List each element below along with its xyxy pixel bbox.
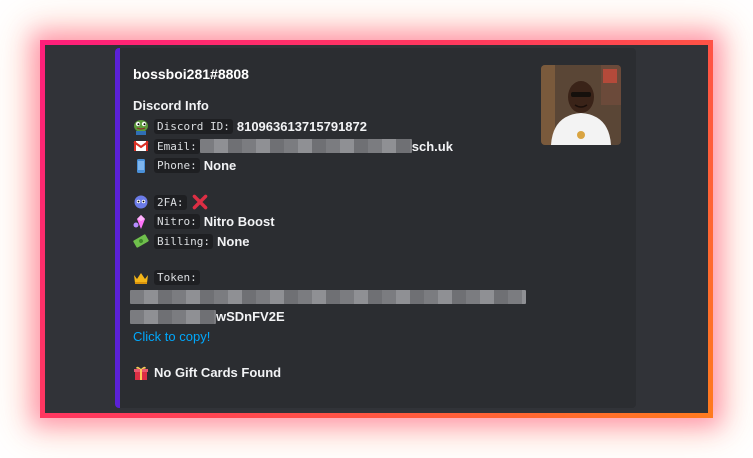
discord-id-value: 810963613715791872 — [236, 119, 367, 135]
email-suffix: sch.uk — [411, 138, 453, 154]
phone-row: Phone: None — [133, 156, 626, 176]
click-to-copy-link[interactable]: Click to copy! — [133, 329, 210, 344]
section-title: Discord Info — [133, 98, 209, 113]
gmail-icon — [133, 141, 149, 152]
email-redacted — [199, 139, 412, 154]
embed-content: bossboi281#8808 Discord Info Discord ID:… — [130, 66, 626, 383]
phone-label: Phone: — [154, 158, 200, 174]
embed-author[interactable]: bossboi281#8808 — [133, 66, 626, 82]
token-label-row: Token: — [133, 268, 626, 288]
money-icon — [133, 234, 149, 248]
token-label: Token: — [154, 270, 200, 286]
token-suffix: wSDnFV2E — [216, 309, 285, 325]
billing-label: Billing: — [154, 233, 213, 249]
gift-row: No Gift Cards Found — [133, 363, 626, 383]
phone-icon — [137, 158, 145, 173]
nitro-label: Nitro: — [154, 214, 200, 230]
email-label: Email: — [154, 138, 200, 154]
copy-row: Click to copy! — [133, 327, 626, 347]
gift-text: No Gift Cards Found — [154, 365, 282, 381]
token-line-1 — [130, 288, 626, 308]
discord-id-row: Discord ID: 810963613715791872 — [133, 117, 626, 137]
twofa-label: 2FA: — [154, 194, 187, 210]
gift-icon — [134, 366, 148, 380]
embed-accent-bar — [115, 48, 120, 408]
red-x-icon — [192, 194, 207, 210]
nitro-value: Nitro Boost — [203, 214, 275, 230]
token-redacted-1 — [130, 290, 526, 305]
phone-value: None — [203, 158, 237, 174]
pepe-icon — [134, 119, 148, 135]
nitro-row: Nitro: Nitro Boost — [133, 212, 626, 232]
billing-value: None — [216, 233, 250, 249]
embed-card: bossboi281#8808 Discord Info Discord ID:… — [115, 48, 636, 408]
billing-row: Billing: None — [133, 232, 626, 252]
token-line-2: wSDnFV2E — [130, 307, 626, 327]
crown-icon — [134, 272, 148, 284]
email-row: Email: sch.uk — [133, 137, 626, 157]
discord-id-label: Discord ID: — [154, 119, 233, 135]
blob-icon — [134, 195, 148, 209]
twofa-row: 2FA: — [133, 193, 626, 213]
token-redacted-2 — [130, 309, 216, 324]
nitro-boost-icon — [133, 214, 145, 229]
